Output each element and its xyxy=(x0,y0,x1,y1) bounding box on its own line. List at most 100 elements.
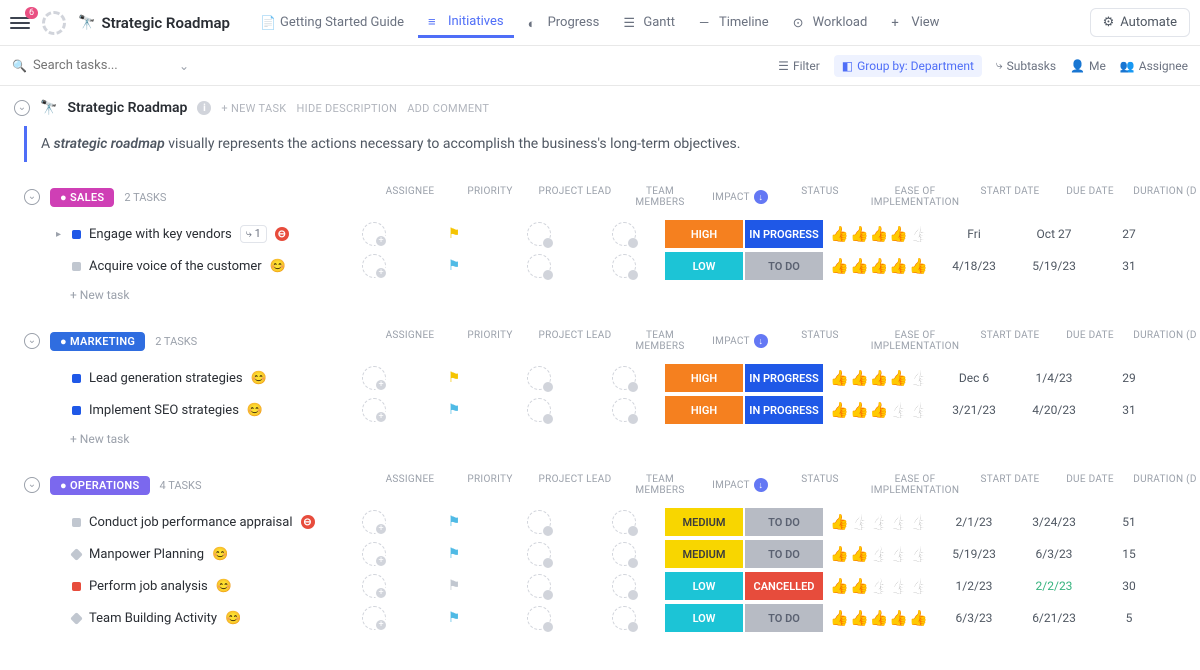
due-date-cell[interactable]: 2/2/23 xyxy=(1014,579,1094,593)
task-row[interactable]: Lead generation strategies 😊 ⚑ HIGH IN P… xyxy=(14,362,1200,394)
avatar-placeholder-icon[interactable] xyxy=(362,254,386,278)
avatar-placeholder-icon[interactable] xyxy=(612,398,636,422)
team-cell[interactable] xyxy=(584,542,664,566)
tab-gantt[interactable]: ☰Gantt xyxy=(613,9,685,36)
assignee-button[interactable]: 👥 Assignee xyxy=(1120,59,1188,73)
task-row[interactable]: Conduct job performance appraisal ⊖ ⚑ ME… xyxy=(14,506,1200,538)
start-date-cell[interactable]: 6/3/23 xyxy=(934,611,1014,625)
avatar-placeholder-icon[interactable] xyxy=(612,222,636,246)
due-date-cell[interactable]: 4/20/23 xyxy=(1014,403,1094,417)
avatar-placeholder-icon[interactable] xyxy=(527,606,551,630)
groupby-button[interactable]: ◧ Group by: Department xyxy=(834,55,982,77)
tab-getting-started-guide[interactable]: 📄Getting Started Guide xyxy=(250,9,414,36)
group-pill[interactable]: ● OPERATIONS xyxy=(50,476,150,495)
start-date-cell[interactable]: Dec 6 xyxy=(934,371,1014,385)
smile-icon[interactable]: 😊 xyxy=(212,547,228,562)
avatar-placeholder-icon[interactable] xyxy=(612,254,636,278)
priority-cell[interactable]: ⚑ xyxy=(414,370,494,386)
blocked-icon[interactable]: ⊖ xyxy=(275,227,289,241)
priority-cell[interactable]: ⚑ xyxy=(414,610,494,626)
priority-cell[interactable]: ⚑ xyxy=(414,578,494,594)
lead-cell[interactable] xyxy=(494,510,584,534)
group-header[interactable]: ● MARKETING 2 TASKS ASSIGNEE PRIORITY PR… xyxy=(14,330,1200,352)
due-date-cell[interactable]: 6/3/23 xyxy=(1014,547,1094,561)
avatar-placeholder-icon[interactable] xyxy=(612,366,636,390)
ease-cell[interactable]: 👍👍👍👍👍 xyxy=(824,401,934,419)
group-pill[interactable]: ● SALES xyxy=(50,188,114,207)
task-name-cell[interactable]: Acquire voice of the customer 😊 xyxy=(14,259,334,274)
avatar-placeholder-icon[interactable] xyxy=(527,510,551,534)
avatar-placeholder-icon[interactable] xyxy=(362,398,386,422)
group-header[interactable]: ● SALES 2 TASKS ASSIGNEE PRIORITY PROJEC… xyxy=(14,186,1200,208)
impact-cell[interactable]: HIGH xyxy=(664,220,744,248)
priority-cell[interactable]: ⚑ xyxy=(414,514,494,530)
avatar-placeholder-icon[interactable] xyxy=(527,574,551,598)
group-pill[interactable]: ● MARKETING xyxy=(50,332,145,351)
status-cell[interactable]: IN PROGRESS xyxy=(744,220,824,248)
avatar-placeholder-icon[interactable] xyxy=(527,398,551,422)
avatar-placeholder-icon[interactable] xyxy=(612,510,636,534)
task-row[interactable]: Implement SEO strategies 😊 ⚑ HIGH IN PRO… xyxy=(14,394,1200,426)
lead-cell[interactable] xyxy=(494,222,584,246)
duration-cell[interactable]: 30 xyxy=(1094,579,1164,593)
avatar-placeholder-icon[interactable] xyxy=(612,574,636,598)
tab-progress[interactable]: ◐Progress xyxy=(518,9,610,36)
smile-icon[interactable]: 😊 xyxy=(225,611,241,626)
impact-cell[interactable]: MEDIUM xyxy=(664,508,744,536)
duration-cell[interactable]: 31 xyxy=(1094,403,1164,417)
sort-icon[interactable]: ↓ xyxy=(754,190,768,204)
assignee-cell[interactable] xyxy=(334,574,414,598)
lead-cell[interactable] xyxy=(494,606,584,630)
smile-icon[interactable]: 😊 xyxy=(270,259,286,274)
task-name-cell[interactable]: Lead generation strategies 😊 xyxy=(14,371,334,386)
lead-cell[interactable] xyxy=(494,254,584,278)
assignee-cell[interactable] xyxy=(334,366,414,390)
collapse-icon[interactable] xyxy=(24,477,40,493)
priority-cell[interactable]: ⚑ xyxy=(414,402,494,418)
add-comment-link[interactable]: ADD COMMENT xyxy=(407,102,489,115)
search-input[interactable] xyxy=(33,58,173,73)
start-date-cell[interactable]: 5/19/23 xyxy=(934,547,1014,561)
ease-cell[interactable]: 👍👍👍👍👍 xyxy=(824,577,934,595)
task-row[interactable]: Perform job analysis 😊 ⚑ LOW CANCELLED 👍… xyxy=(14,570,1200,602)
start-date-cell[interactable]: Fri xyxy=(934,227,1014,241)
ease-cell[interactable]: 👍👍👍👍👍 xyxy=(824,225,934,243)
ease-cell[interactable]: 👍👍👍👍👍 xyxy=(824,257,934,275)
impact-cell[interactable]: LOW xyxy=(664,252,744,280)
avatar-placeholder-icon[interactable] xyxy=(527,366,551,390)
avatar-placeholder-icon[interactable] xyxy=(527,222,551,246)
impact-cell[interactable]: LOW xyxy=(664,604,744,632)
impact-cell[interactable]: HIGH xyxy=(664,396,744,424)
team-cell[interactable] xyxy=(584,398,664,422)
avatar-placeholder-icon[interactable] xyxy=(362,222,386,246)
impact-cell[interactable]: LOW xyxy=(664,572,744,600)
avatar-placeholder-icon[interactable] xyxy=(362,606,386,630)
team-cell[interactable] xyxy=(584,254,664,278)
subtask-badge[interactable]: ⤷ 1 xyxy=(240,225,267,243)
task-name-cell[interactable]: ▸ Engage with key vendors ⤷ 1 ⊖ xyxy=(14,225,334,243)
search-chevron-icon[interactable]: ⌄ xyxy=(179,59,189,73)
assignee-cell[interactable] xyxy=(334,606,414,630)
lead-cell[interactable] xyxy=(494,542,584,566)
lead-cell[interactable] xyxy=(494,398,584,422)
assignee-cell[interactable] xyxy=(334,542,414,566)
assignee-cell[interactable] xyxy=(334,254,414,278)
task-row[interactable]: Manpower Planning 😊 ⚑ MEDIUM TO DO 👍👍👍👍👍… xyxy=(14,538,1200,570)
status-cell[interactable]: TO DO xyxy=(744,604,824,632)
assignee-cell[interactable] xyxy=(334,510,414,534)
avatar-placeholder-icon[interactable] xyxy=(362,574,386,598)
due-date-cell[interactable]: Oct 27 xyxy=(1014,227,1094,241)
avatar-placeholder-icon[interactable] xyxy=(612,542,636,566)
avatar-placeholder-icon[interactable] xyxy=(362,510,386,534)
duration-cell[interactable]: 27 xyxy=(1094,227,1164,241)
blocked-icon[interactable]: ⊖ xyxy=(301,515,315,529)
due-date-cell[interactable]: 6/21/23 xyxy=(1014,611,1094,625)
priority-cell[interactable]: ⚑ xyxy=(414,546,494,562)
tab-initiatives[interactable]: ≡Initiatives xyxy=(418,8,514,38)
ease-cell[interactable]: 👍👍👍👍👍 xyxy=(824,545,934,563)
filter-button[interactable]: ☰ Filter xyxy=(778,59,820,73)
tab-view[interactable]: +View xyxy=(881,9,949,36)
duration-cell[interactable]: 29 xyxy=(1094,371,1164,385)
group-header[interactable]: ● OPERATIONS 4 TASKS ASSIGNEE PRIORITY P… xyxy=(14,474,1200,496)
priority-cell[interactable]: ⚑ xyxy=(414,226,494,242)
